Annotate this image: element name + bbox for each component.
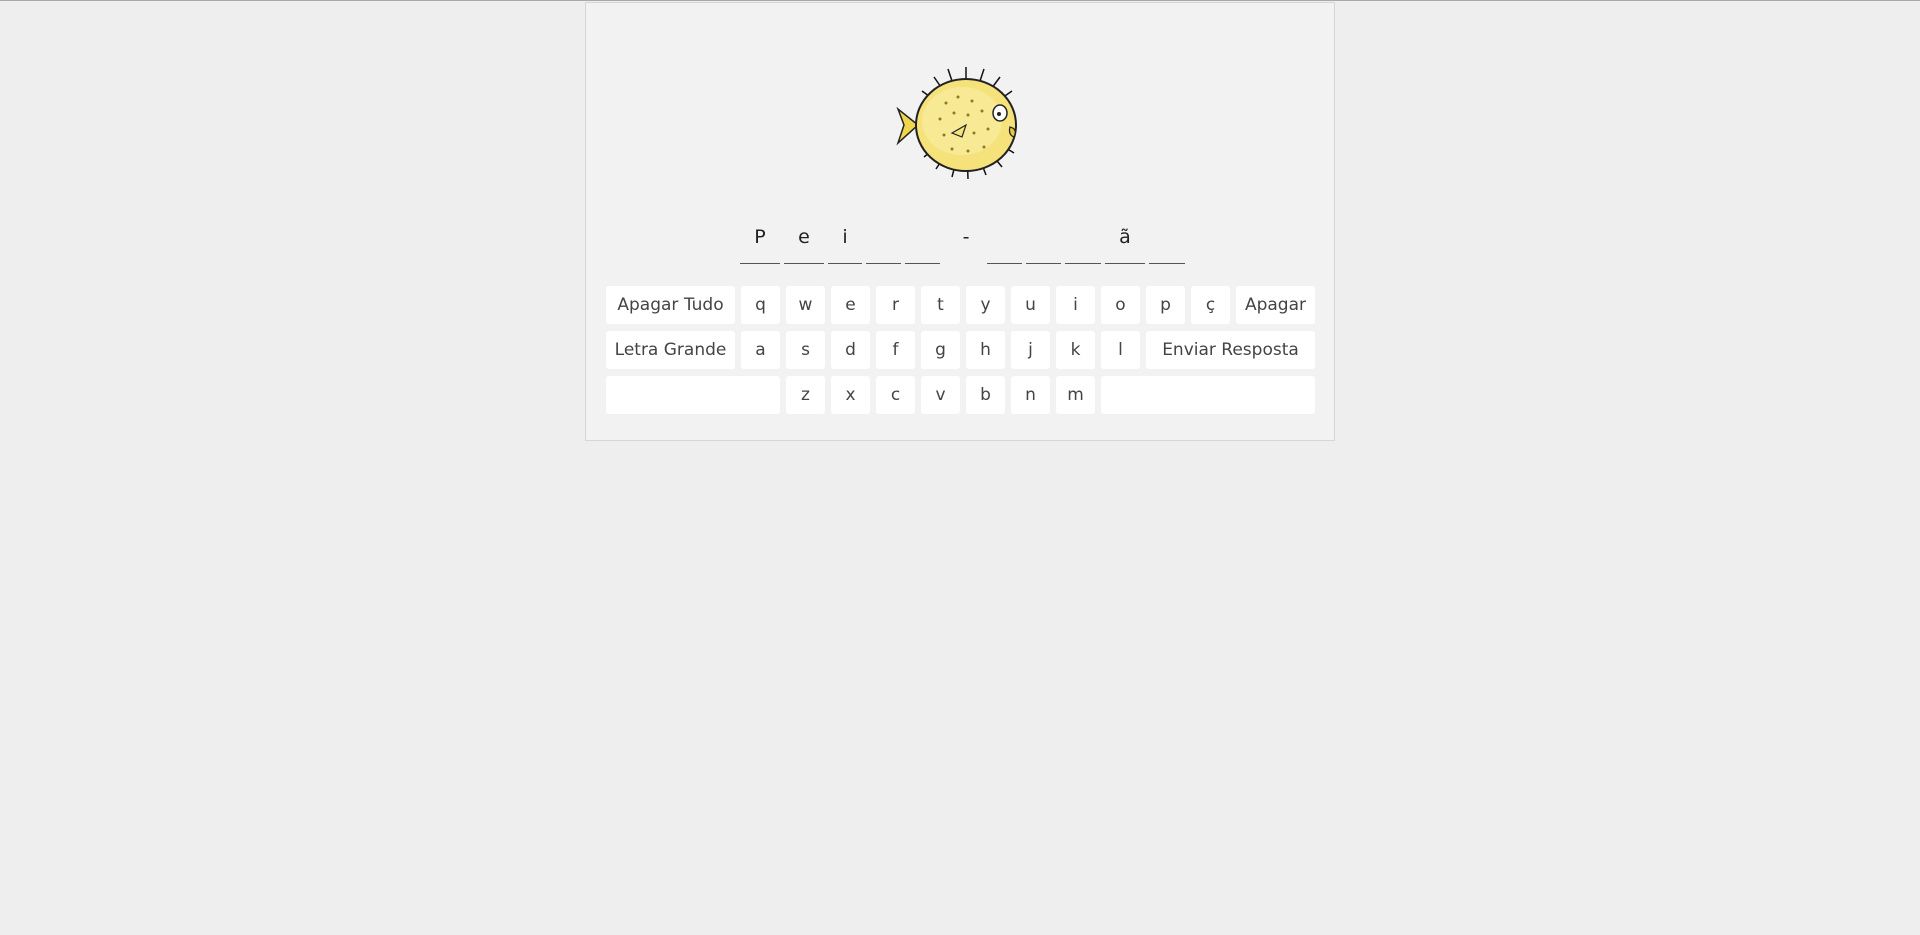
key-n[interactable]: n [1011, 376, 1050, 414]
word-slots: P e i - ã [586, 221, 1334, 271]
blank-key-left[interactable] [606, 376, 780, 414]
key-f[interactable]: f [876, 331, 915, 369]
backspace-button[interactable]: Apagar [1236, 286, 1315, 324]
key-o[interactable]: o [1101, 286, 1140, 324]
key-y[interactable]: y [966, 286, 1005, 324]
key-p[interactable]: p [1146, 286, 1185, 324]
key-j[interactable]: j [1011, 331, 1050, 369]
key-i[interactable]: i [1056, 286, 1095, 324]
key-d[interactable]: d [831, 331, 870, 369]
letter-slot [1149, 221, 1185, 264]
letter-slot [987, 221, 1022, 264]
letter-slot: i [828, 221, 862, 264]
letter-slot [1026, 221, 1061, 264]
key-l[interactable]: l [1101, 331, 1140, 369]
clear-all-button[interactable]: Apagar Tudo [606, 286, 735, 324]
key-b[interactable]: b [966, 376, 1005, 414]
uppercase-button[interactable]: Letra Grande [606, 331, 735, 369]
key-q[interactable]: q [741, 286, 780, 324]
letter-slot [1065, 221, 1101, 264]
key-e[interactable]: e [831, 286, 870, 324]
key-s[interactable]: s [786, 331, 825, 369]
key-k[interactable]: k [1056, 331, 1095, 369]
key-r[interactable]: r [876, 286, 915, 324]
key-u[interactable]: u [1011, 286, 1050, 324]
letter-slot [866, 221, 901, 264]
pufferfish-icon [896, 67, 1017, 180]
key-g[interactable]: g [921, 331, 960, 369]
key-h[interactable]: h [966, 331, 1005, 369]
key-w[interactable]: w [786, 286, 825, 324]
key-v[interactable]: v [921, 376, 960, 414]
blank-key-right[interactable] [1101, 376, 1315, 414]
word-separator: - [962, 226, 970, 248]
letter-slot [905, 221, 940, 264]
letter-slot: e [784, 221, 824, 264]
window-top-border [0, 0, 1920, 1]
letter-slot: P [740, 221, 780, 264]
key-c[interactable]: c [876, 376, 915, 414]
key-x[interactable]: x [831, 376, 870, 414]
key-m[interactable]: m [1056, 376, 1095, 414]
submit-answer-button[interactable]: Enviar Resposta [1146, 331, 1315, 369]
game-panel: P e i - ã Apagar Tudo q w e r t y u i o … [585, 2, 1335, 441]
key-t[interactable]: t [921, 286, 960, 324]
key-a[interactable]: a [741, 331, 780, 369]
key-c-cedilla[interactable]: ç [1191, 286, 1230, 324]
letter-slot: ã [1105, 221, 1145, 264]
key-z[interactable]: z [786, 376, 825, 414]
